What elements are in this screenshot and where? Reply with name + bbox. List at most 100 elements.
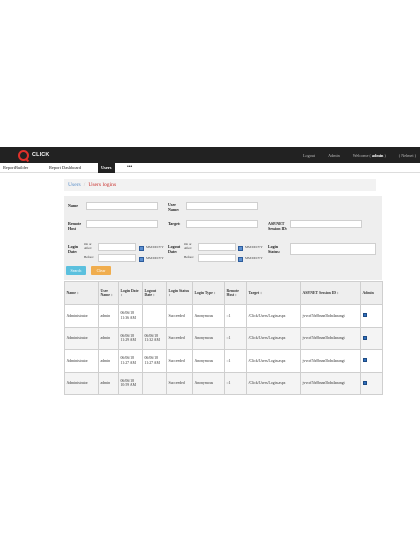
table-header-row: Name ↕ User Name ↕ Login Date ↕ Logout D… <box>64 281 383 305</box>
menu-bar: ReportBuilder Report Dashboard Users ••• <box>0 163 420 173</box>
cell-logout-date <box>142 371 167 395</box>
session-id-input[interactable] <box>290 220 362 228</box>
tab-users[interactable]: Users <box>98 163 115 173</box>
cell-login-type: Anonymous <box>192 304 225 328</box>
top-links: Logout Admin Welcome ( admin ) ( Nelmei … <box>303 147 416 163</box>
cell-login-date: 06/06/18 11:36 AM <box>118 304 143 328</box>
cell-name: Administrator <box>64 349 99 373</box>
welcome-suffix: ) <box>384 152 386 158</box>
remote-host-input[interactable] <box>86 220 158 228</box>
cell-name: Administrator <box>64 304 99 328</box>
cell-admin <box>360 349 383 373</box>
date-format-hint: MM/DD/YY <box>245 256 263 260</box>
date-format-hint: MM/DD/YY <box>245 245 263 249</box>
welcome-text: Welcome ( admin ) <box>353 153 386 158</box>
cell-remote-host: ::1 <box>224 349 247 373</box>
login-before-label: Before: <box>84 255 94 259</box>
login-after-input[interactable] <box>98 243 136 251</box>
cell-logout-date: 06/06/18 11:27 AM <box>142 349 167 373</box>
logins-table: Name ↕ User Name ↕ Login Date ↕ Logout D… <box>64 281 383 395</box>
breadcrumb-users[interactable]: Users <box>68 182 81 188</box>
column-header-user-name[interactable]: User Name ↕ <box>98 281 119 305</box>
calendar-icon[interactable] <box>238 246 243 251</box>
user-name-input[interactable] <box>186 202 258 210</box>
cell-target: /Click/Users/Login.aspx <box>246 304 301 328</box>
login-date-label: Login Date: <box>68 244 79 254</box>
cell-admin <box>360 304 383 328</box>
calendar-icon[interactable] <box>139 257 144 262</box>
search-button[interactable]: Search <box>66 266 86 275</box>
cell-login-status: Succeeded <box>166 304 193 328</box>
cell-logout-date <box>142 304 167 328</box>
table-row[interactable]: Administrator admin 06/06/18 11:36 AM Su… <box>64 304 383 328</box>
admin-checkbox <box>362 313 367 318</box>
date-format-hint: MM/DD/YY <box>146 256 164 260</box>
target-label: Target: <box>168 221 181 226</box>
tab-report-builder[interactable]: ReportBuilder <box>0 163 31 173</box>
cell-admin <box>360 326 383 350</box>
login-before-input[interactable] <box>98 254 136 262</box>
logout-before-label: Before: <box>184 255 194 259</box>
column-header-login-status[interactable]: Login Status ↕ <box>166 281 193 305</box>
cell-logout-date: 06/06/18 11:32 AM <box>142 326 167 350</box>
table-row[interactable]: Administrator admin 06/06/18 10:59 AM Su… <box>64 371 383 395</box>
logout-after-input[interactable] <box>198 243 236 251</box>
logo-text: CLICK <box>32 152 50 158</box>
logout-date-label: Logout Date: <box>168 244 181 254</box>
welcome-user[interactable]: admin <box>372 153 383 158</box>
cell-name: Administrator <box>64 371 99 395</box>
cell-remote-host: ::1 <box>224 326 247 350</box>
column-header-logout-date[interactable]: Logout Date ↕ <box>142 281 167 305</box>
logout-link[interactable]: Logout <box>303 153 315 158</box>
cell-target: /Click/Users/Login.aspx <box>246 349 301 373</box>
app-logo[interactable]: CLICK <box>18 149 49 161</box>
cell-login-status: Succeeded <box>166 371 193 395</box>
cell-user-name: admin <box>98 371 119 395</box>
cell-login-date: 06/06/18 11:27 AM <box>118 349 143 373</box>
filter-panel: Name User Name: Remote Host Target: ASP.… <box>64 196 382 280</box>
cell-session-id: jvvcrf5fs0bsnn5hdn4snangt <box>300 304 361 328</box>
cell-remote-host: ::1 <box>224 304 247 328</box>
admin-checkbox <box>362 335 367 340</box>
column-header-session-id[interactable]: ASP.NET Session ID ↕ <box>300 281 361 305</box>
cell-login-type: Anonymous <box>192 371 225 395</box>
cell-name: Administrator <box>64 326 99 350</box>
column-header-target[interactable]: Target ↕ <box>246 281 301 305</box>
column-header-name[interactable]: Name ↕ <box>64 281 99 305</box>
name-label: Name <box>68 203 78 208</box>
top-navbar: CLICK Logout Admin Welcome ( admin ) ( N… <box>0 147 420 163</box>
clear-button[interactable]: Clear <box>91 266 111 275</box>
logout-before-input[interactable] <box>198 254 236 262</box>
target-input[interactable] <box>186 220 258 228</box>
cell-target: /Click/Users/Login.aspx <box>246 326 301 350</box>
calendar-icon[interactable] <box>238 257 243 262</box>
column-header-admin: Admin <box>360 281 383 305</box>
session-id-label: ASP.NET Session ID: <box>268 221 288 231</box>
cell-login-status: Succeeded <box>166 326 193 350</box>
cell-admin <box>360 371 383 395</box>
cell-session-id: jvvcrf5fs0bsnn5hdn4snangt <box>300 371 361 395</box>
column-header-login-date[interactable]: Login Date ↕ <box>118 281 143 305</box>
cell-login-type: Anonymous <box>192 349 225 373</box>
admin-checkbox <box>362 380 367 385</box>
date-format-hint: MM/DD/YY <box>146 245 164 249</box>
cell-session-id: jvvcrf5fs0bsnn5hdn4snangt <box>300 349 361 373</box>
login-status-input[interactable] <box>290 243 376 255</box>
column-header-remote-host[interactable]: Remote Host ↕ <box>224 281 247 305</box>
breadcrumb-current: Users logins <box>88 182 117 188</box>
tab-report-dashboard[interactable]: Report Dashboard <box>46 163 84 173</box>
table-row[interactable]: Administrator admin 06/06/18 11:29 AM 06… <box>64 326 383 350</box>
breadcrumb-separator: / <box>83 182 86 188</box>
column-header-login-type[interactable]: Login Type ↕ <box>192 281 225 305</box>
cell-session-id: jvvcrf5fs0bsnn5hdn4snangt <box>300 326 361 350</box>
name-input[interactable] <box>86 202 158 210</box>
admin-link[interactable]: Admin <box>328 153 340 158</box>
calendar-icon[interactable] <box>139 246 144 251</box>
cell-login-type: Anonymous <box>192 326 225 350</box>
remote-host-label: Remote Host <box>68 221 82 231</box>
more-menu-icon[interactable]: ••• <box>124 163 135 173</box>
admin-checkbox <box>362 358 367 363</box>
login-status-label: Login Status: <box>268 244 281 254</box>
role-label: ( Nelmei ) <box>398 152 416 158</box>
table-row[interactable]: Administrator admin 06/06/18 11:27 AM 06… <box>64 349 383 373</box>
